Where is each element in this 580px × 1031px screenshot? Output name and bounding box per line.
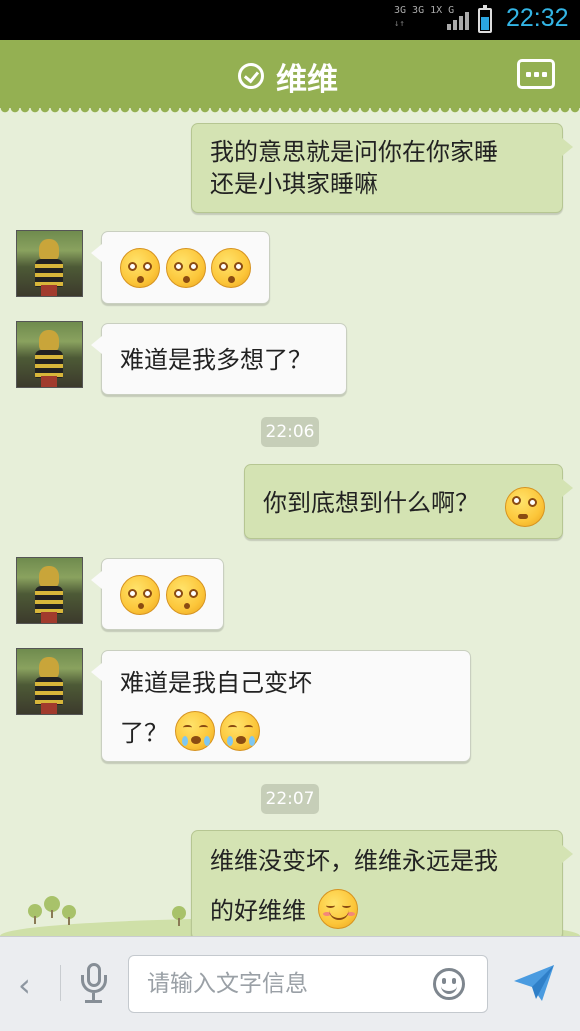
tree-trunk bbox=[68, 917, 70, 925]
avatar[interactable] bbox=[16, 230, 83, 297]
avatar[interactable] bbox=[16, 648, 83, 715]
message-text: 维维没变坏，维维永远是我 bbox=[210, 847, 498, 875]
message-bubble-sent[interactable]: 你到底想到什么啊？ bbox=[244, 464, 573, 539]
blushing-smile-emoji-icon bbox=[318, 889, 358, 929]
avatar[interactable] bbox=[16, 557, 83, 624]
status-clock: 22:32 bbox=[506, 4, 569, 32]
voice-input-icon[interactable] bbox=[80, 963, 108, 1007]
message-input[interactable] bbox=[147, 966, 417, 1002]
message-bubble-received[interactable] bbox=[91, 558, 224, 630]
message-bubble-received[interactable] bbox=[91, 231, 270, 304]
divider bbox=[60, 965, 61, 1001]
battery-fill bbox=[481, 17, 489, 30]
message-bubble-received[interactable]: 难道是我多想了？ bbox=[91, 323, 347, 395]
message-bubble-sent[interactable]: 维维没变坏，维维永远是我 的好维维 bbox=[191, 830, 573, 940]
message-text: 我的意思就是问你在你家睡 bbox=[210, 138, 498, 166]
dizzy-emoji-icon bbox=[211, 248, 251, 288]
more-options-button[interactable] bbox=[517, 59, 555, 89]
timestamp: 22:07 bbox=[261, 784, 319, 814]
send-icon bbox=[514, 965, 554, 1001]
dizzy-emoji-icon bbox=[120, 248, 160, 288]
pleading-emoji-icon bbox=[120, 575, 160, 615]
message-text: 难道是我多想了？ bbox=[120, 346, 312, 374]
dizzy-emoji-icon bbox=[166, 248, 206, 288]
status-bar: 3G 3G 1X G ↓↑ 22:32 bbox=[0, 0, 580, 40]
tree-trunk bbox=[178, 918, 180, 926]
tree-trunk bbox=[51, 910, 53, 918]
message-bubble-received[interactable]: 难道是我自己变坏 了？ bbox=[91, 650, 471, 762]
avatar[interactable] bbox=[16, 321, 83, 388]
message-text: 了？ bbox=[120, 719, 168, 747]
message-text: 的好维维 bbox=[210, 897, 306, 925]
dot-icon bbox=[534, 72, 539, 77]
input-bar: ‹ bbox=[0, 936, 580, 1031]
battery-icon bbox=[478, 5, 492, 33]
crying-emoji-icon bbox=[220, 711, 260, 751]
message-text: 难道是我自己变坏 bbox=[120, 669, 312, 697]
data-activity-indicator: ↓↑ bbox=[394, 19, 405, 29]
send-button[interactable] bbox=[512, 963, 556, 1003]
crying-emoji-icon bbox=[175, 711, 215, 751]
signal-icon bbox=[447, 12, 469, 30]
dot-icon bbox=[542, 72, 547, 77]
timestamp: 22:06 bbox=[261, 417, 319, 447]
verified-check-icon bbox=[238, 63, 264, 89]
message-input-field[interactable] bbox=[128, 955, 488, 1013]
tree-trunk bbox=[34, 916, 36, 924]
dot-icon bbox=[526, 72, 531, 77]
message-text: 还是小琪家睡嘛 bbox=[210, 170, 378, 198]
collapse-chevron-icon[interactable]: ‹ bbox=[18, 966, 31, 1004]
confused-emoji-icon bbox=[505, 487, 545, 527]
pleading-emoji-icon bbox=[166, 575, 206, 615]
message-text: 你到底想到什么啊？ bbox=[263, 489, 479, 517]
contact-name[interactable]: 维维 bbox=[276, 54, 338, 99]
chat-header: 维维 bbox=[0, 40, 580, 114]
emoji-picker-icon[interactable] bbox=[433, 968, 465, 1000]
message-bubble-sent[interactable]: 我的意思就是问你在你家睡 还是小琪家睡嘛 bbox=[191, 123, 573, 213]
network-indicator: 3G 3G 1X G bbox=[394, 5, 455, 16]
